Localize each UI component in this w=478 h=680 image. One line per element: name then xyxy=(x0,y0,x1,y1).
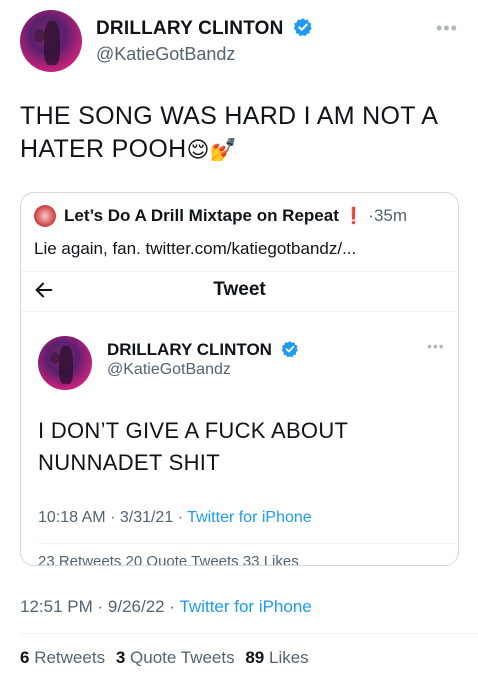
likes-label: Likes xyxy=(269,648,309,667)
inner-verified-badge-icon xyxy=(281,341,298,358)
avatar-figure-arm xyxy=(33,28,45,43)
quotes-stat[interactable]: 3 Quote Tweets xyxy=(116,648,240,667)
tweet-time[interactable]: 12:51 PM xyxy=(20,597,93,616)
inner-tweet-stats-cut: 23 Retweets 20 Quote Tweets 33 Likes xyxy=(38,553,299,566)
quotes-count: 3 xyxy=(115,648,126,667)
more-options-icon[interactable]: ••• xyxy=(436,18,458,39)
inner-tweet-text-line-1: I DON’T GIVE A FUCK ABOUT xyxy=(38,418,349,443)
quoted-author-row: Let’s Do A Drill Mixtape on Repeat ❗ ·35… xyxy=(64,206,407,226)
meta-separator-1: · xyxy=(97,597,104,616)
tweet-source-link[interactable]: Twitter for iPhone xyxy=(179,597,311,616)
quoted-author-name: Let’s Do A Drill Mixtape on Repeat xyxy=(64,206,339,225)
meta-separator-2: · xyxy=(169,597,176,616)
inner-meta-separator-2: · xyxy=(177,509,184,526)
inner-author-avatar xyxy=(38,336,92,390)
author-handle[interactable]: @KatieGotBandz xyxy=(96,44,235,65)
tweet-meta: 12:51 PM · 9/26/22 · Twitter for iPhone xyxy=(20,597,312,617)
inner-meta-separator-1: · xyxy=(110,509,116,526)
screenshot-header-title: Tweet xyxy=(213,279,266,300)
quoted-tweet-card[interactable]: Let’s Do A Drill Mixtape on Repeat ❗ · 35… xyxy=(20,192,459,566)
author-name-row[interactable]: DRILLARY CLINTON xyxy=(96,17,313,40)
inner-author-handle: @KatieGotBandz xyxy=(107,361,231,378)
inner-tweet-text-line-2: NUNNADET SHIT xyxy=(38,450,220,475)
likes-count: 89 xyxy=(245,648,265,667)
inner-author-name-row: DRILLARY CLINTON xyxy=(107,340,299,360)
emoji-relieved-nail-polish-icon: 😌💅 xyxy=(186,137,238,162)
retweets-count: 6 xyxy=(20,648,30,667)
quotes-label: Quote Tweets xyxy=(130,648,235,667)
likes-stat[interactable]: 89 Likes xyxy=(245,648,308,667)
inner-author-name: DRILLARY CLINTON xyxy=(107,340,272,359)
inner-tweet-meta: 10:18 AM · 3/31/21 · Twitter for iPhone xyxy=(38,509,312,527)
inner-stats-divider xyxy=(38,543,458,544)
retweets-label: Retweets xyxy=(34,648,106,667)
inner-tweet-text: I DON’T GIVE A FUCK ABOUT NUNNADET SHIT xyxy=(38,415,348,479)
tweet-text-line-2-words: HATER POOH xyxy=(20,135,187,163)
verified-badge-icon xyxy=(293,18,312,37)
inner-tweet-date: 3/31/21 xyxy=(119,509,174,526)
avatar-figure xyxy=(43,21,60,65)
tweet-date[interactable]: 9/26/22 xyxy=(108,597,165,616)
author-name[interactable]: DRILLARY CLINTON xyxy=(96,18,284,39)
tweet-text-line-1: THE SONG WAS HARD I AM NOT A xyxy=(20,102,439,130)
stats-divider xyxy=(20,633,478,634)
tweet-text: THE SONG WAS HARD I AM NOT A HATER POOH😌… xyxy=(20,100,465,166)
quoted-divider-top xyxy=(21,271,458,272)
exclamation-icon: ❗ xyxy=(343,208,364,225)
screenshot-divider xyxy=(21,311,458,312)
author-avatar[interactable] xyxy=(20,10,82,72)
tweet-stats: 6 Retweets 3 Quote Tweets 89 Likes xyxy=(20,648,309,668)
inner-avatar-figure-arm xyxy=(49,352,60,365)
quoted-text: Lie again, fan. twitter.com/katiegotband… xyxy=(34,239,357,258)
retweets-stat[interactable]: 6 Retweets xyxy=(20,648,110,667)
quoted-author-avatar xyxy=(34,205,56,227)
inner-tweet-time: 10:18 AM xyxy=(38,509,106,526)
inner-tweet-source: Twitter for iPhone xyxy=(187,509,312,526)
inner-more-options-icon: ••• xyxy=(427,338,445,354)
inner-avatar-figure xyxy=(58,345,73,384)
quoted-time-ago: 35m xyxy=(373,206,408,225)
tweet-text-line-2: HATER POOH😌💅 xyxy=(20,133,465,166)
